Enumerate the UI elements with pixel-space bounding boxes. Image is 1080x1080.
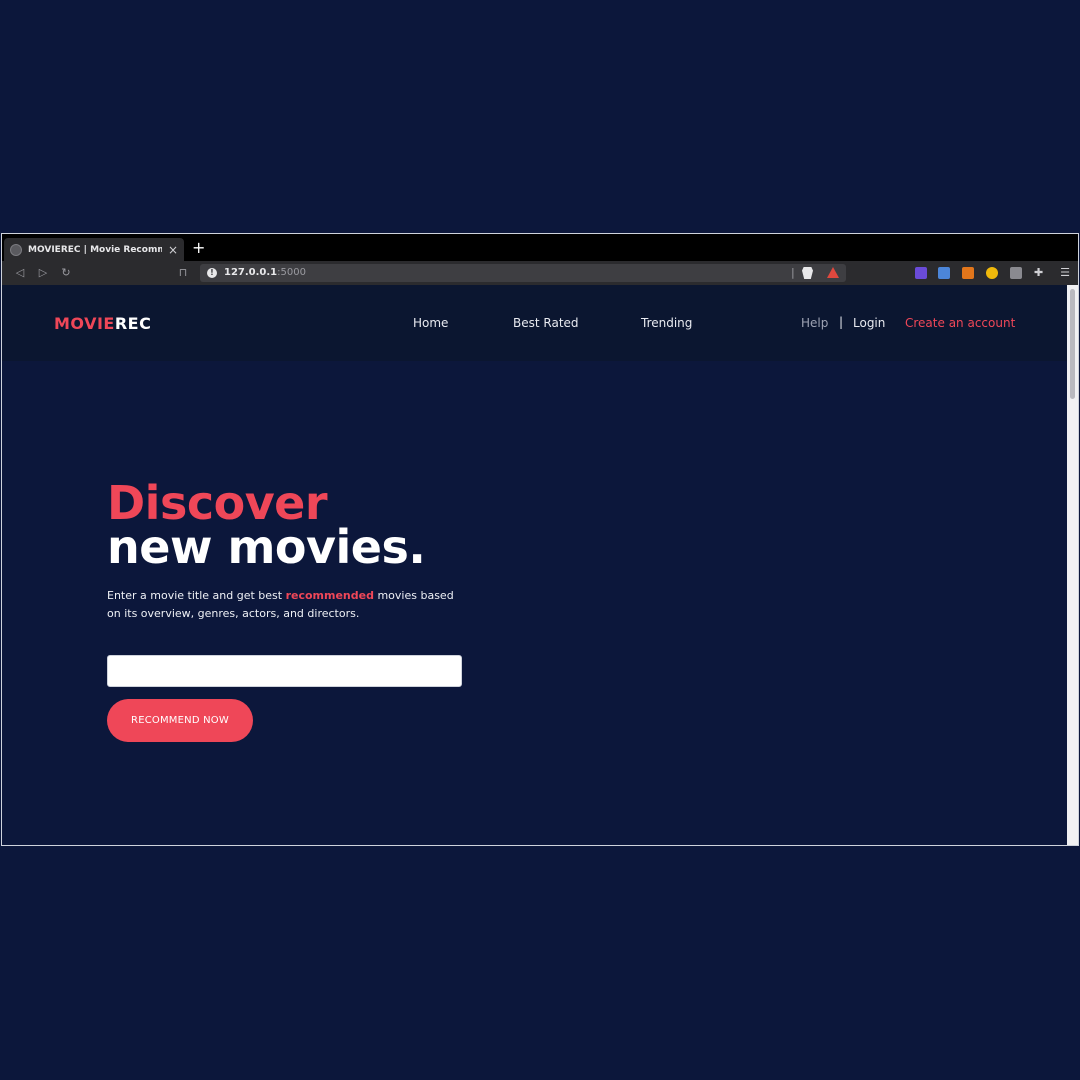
- hero-title-line1: Discover: [107, 476, 328, 530]
- nav-home[interactable]: Home: [413, 316, 448, 330]
- recommend-now-button[interactable]: RECOMMEND NOW: [107, 699, 253, 742]
- close-icon[interactable]: ×: [168, 243, 178, 257]
- reload-icon[interactable]: ↻: [59, 266, 73, 280]
- browser-window: MOVIEREC | Movie Recommend × + ◁ ▷ ↻ ⊓ !…: [1, 233, 1079, 846]
- nav-trending[interactable]: Trending: [641, 316, 692, 330]
- url-host: 127.0.0.1: [224, 267, 278, 278]
- url-port: :5000: [277, 267, 306, 278]
- back-icon[interactable]: ◁: [13, 266, 27, 280]
- tab-bar: MOVIEREC | Movie Recommend × +: [2, 234, 1078, 261]
- site-info-icon[interactable]: !: [207, 268, 217, 278]
- nav-separator: |: [839, 315, 844, 329]
- extension-icon[interactable]: [1010, 267, 1022, 279]
- browser-tab[interactable]: MOVIEREC | Movie Recommend ×: [4, 238, 184, 261]
- translate-extension-icon[interactable]: [938, 267, 950, 279]
- help-link[interactable]: Help: [801, 316, 828, 330]
- favicon-icon: [10, 243, 22, 256]
- hero-title: Discover new movies.: [107, 476, 426, 574]
- bookmark-icon[interactable]: ⊓: [176, 266, 190, 280]
- hero-title-line2: new movies.: [107, 520, 426, 574]
- web-page: MOVIEREC Home Best Rated Trending Help |…: [2, 285, 1069, 845]
- url-divider: |: [791, 266, 795, 279]
- movie-search-input[interactable]: [107, 655, 462, 687]
- puzzle-icon[interactable]: ✚: [1034, 267, 1046, 279]
- url-text: 127.0.0.1:5000: [224, 267, 306, 278]
- hero-description: Enter a movie title and get best recomme…: [107, 587, 467, 623]
- forward-icon[interactable]: ▷: [36, 266, 50, 280]
- address-bar[interactable]: ! 127.0.0.1:5000 |: [200, 264, 846, 282]
- create-account-link[interactable]: Create an account: [905, 316, 1015, 330]
- nav-best-rated[interactable]: Best Rated: [513, 316, 579, 330]
- desc-text-start: Enter a movie title and get best: [107, 589, 286, 602]
- site-navbar: MOVIEREC Home Best Rated Trending Help |…: [2, 285, 1069, 361]
- desc-highlight: recommended: [285, 589, 374, 602]
- browser-toolbar: ◁ ▷ ↻ ⊓ ! 127.0.0.1:5000 | ✚ ☰: [2, 261, 1078, 285]
- new-tab-button[interactable]: +: [192, 238, 205, 258]
- tab-title: MOVIEREC | Movie Recommend: [28, 244, 162, 255]
- logo-part-rec: REC: [114, 314, 152, 333]
- logo-part-movie: MOVIE: [54, 314, 115, 333]
- binance-icon[interactable]: [986, 267, 998, 279]
- brave-rewards-icon[interactable]: [827, 267, 839, 278]
- brave-shield-icon[interactable]: [802, 267, 813, 279]
- scrollbar-thumb[interactable]: [1070, 289, 1075, 399]
- login-link[interactable]: Login: [853, 316, 885, 330]
- metamask-icon[interactable]: [962, 267, 974, 279]
- menu-icon[interactable]: ☰: [1060, 266, 1070, 279]
- site-logo[interactable]: MOVIEREC: [54, 314, 151, 333]
- page-scrollbar[interactable]: [1067, 285, 1078, 845]
- extension-badge-icon[interactable]: [915, 267, 927, 279]
